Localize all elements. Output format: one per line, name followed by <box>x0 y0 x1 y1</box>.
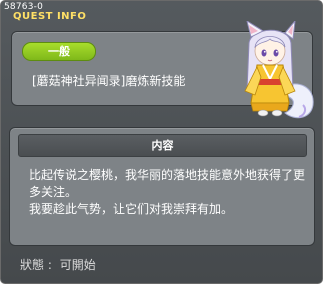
quest-name: [蘑菇神社异闻录]磨炼新技能 <box>32 74 186 88</box>
quest-info-window: 58763-0 QUEST INFO 一般 [蘑菇神社异闻录]磨炼新技能 内容 … <box>0 0 323 284</box>
quest-status: 狀態 : 可開始 <box>20 256 100 273</box>
fox-girl-npc-icon <box>244 21 314 119</box>
category-badge: 一般 <box>22 42 96 61</box>
section-header-content: 内容 <box>18 134 307 157</box>
quest-description: 比起传说之樱桃，我华丽的落地技能意外地获得了更多关注。 我要趁此气势，让它们对我… <box>29 167 309 218</box>
status-value: 可開始 <box>59 258 96 272</box>
description-line: 比起传说之樱桃，我华丽的落地技能意外地获得了更多关注。 <box>29 168 306 199</box>
description-line: 我要趁此气势，让它们对我崇拜有加。 <box>29 202 234 216</box>
window-title: QUEST INFO <box>13 11 87 22</box>
quest-details-panel: 内容 比起传说之樱桃，我华丽的落地技能意外地获得了更多关注。 我要趁此气势，让它… <box>9 127 315 246</box>
status-label: 狀態 : <box>20 258 52 272</box>
